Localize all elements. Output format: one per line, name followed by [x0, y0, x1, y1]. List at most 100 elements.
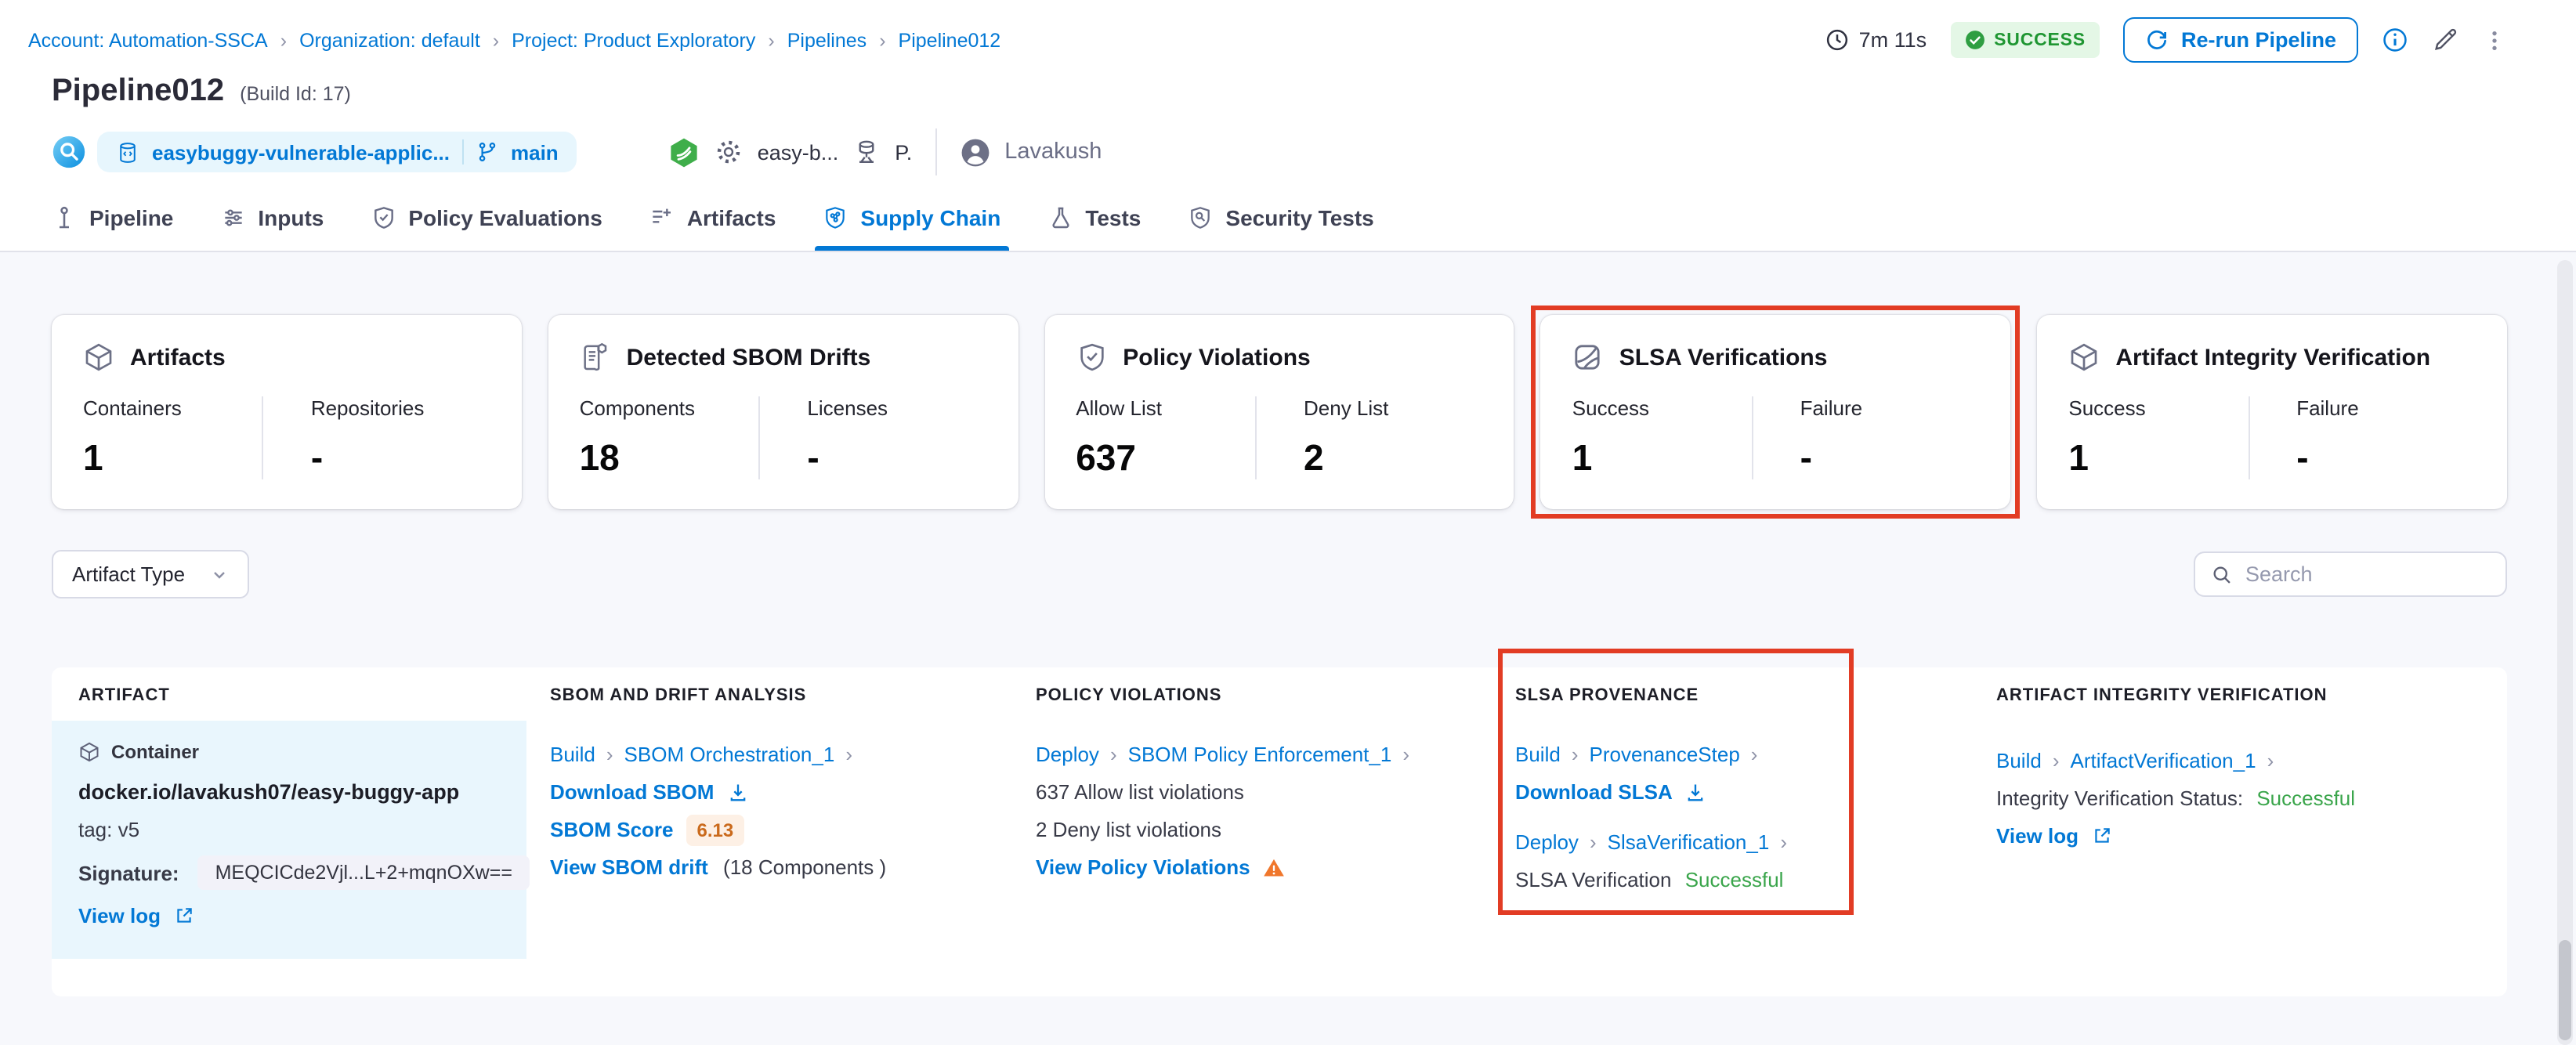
- tab-artifacts[interactable]: Artifacts: [649, 205, 776, 251]
- slsa-deploy-stage-link[interactable]: Deploy: [1515, 830, 1579, 854]
- scrollbar-thumb[interactable]: [2559, 940, 2571, 1040]
- card-title: SLSA Verifications: [1619, 344, 1828, 371]
- tab-pipeline[interactable]: Pipeline: [52, 205, 173, 251]
- rerun-pipeline-button[interactable]: Re-run Pipeline: [2122, 17, 2358, 63]
- metric-value: 637: [1076, 437, 1136, 478]
- execution-tabs: Pipeline Inputs Policy Evaluations Artif…: [52, 205, 1374, 251]
- policy-step-link[interactable]: SBOM Policy Enforcement_1: [1128, 743, 1392, 766]
- metric-label: Deny List: [1304, 396, 1389, 420]
- card-title: Artifact Integrity Verification: [2115, 344, 2431, 371]
- column-header-artifact: ARTIFACT: [78, 686, 170, 705]
- signature-label: Signature:: [78, 861, 179, 884]
- tab-security-tests[interactable]: Security Tests: [1188, 205, 1374, 251]
- check-circle-icon: [1965, 31, 1984, 49]
- tab-supply-chain[interactable]: Supply Chain: [815, 205, 1010, 251]
- metric-value: 1: [83, 437, 103, 478]
- breadcrumb-pipelines[interactable]: Pipelines: [787, 29, 867, 51]
- metric-label: Success: [2068, 396, 2146, 420]
- sbom-stage-link[interactable]: Build: [550, 743, 595, 766]
- cube-icon: [80, 742, 99, 762]
- tab-tests[interactable]: Tests: [1047, 205, 1141, 251]
- integrity-status: Successful: [2256, 786, 2356, 810]
- breadcrumb-organization[interactable]: Organization: default: [299, 29, 480, 51]
- download-icon: [1688, 783, 1704, 801]
- meta-divider: [935, 128, 938, 175]
- page-title: Pipeline012: [52, 74, 225, 108]
- sbom-step-link[interactable]: SBOM Orchestration_1: [624, 743, 835, 766]
- deny-list-violations: 2 Deny list violations: [1036, 818, 1221, 841]
- metric-label: Licenses: [807, 396, 888, 420]
- vertical-scrollbar[interactable]: [2557, 260, 2573, 1045]
- service-name: easy-b...: [757, 140, 839, 164]
- breadcrumb-project[interactable]: Project: Product Exploratory: [512, 29, 755, 51]
- signature-value: MEQCICde2Vjl...L+2+mqnOXw==: [197, 855, 530, 890]
- tab-inputs[interactable]: Inputs: [220, 205, 324, 251]
- search-input[interactable]: [2245, 562, 2490, 586]
- metric-value: -: [2296, 437, 2309, 478]
- card-policy-violations: Policy Violations Allow List 637 Deny Lis…: [1044, 315, 1514, 509]
- tab-policy-evaluations[interactable]: Policy Evaluations: [371, 205, 602, 251]
- slsa-verification-status: Successful: [1684, 868, 1784, 891]
- slsa-verification-step-link[interactable]: SlsaVerification_1: [1608, 830, 1770, 854]
- allow-list-violations: 637 Allow list violations: [1036, 780, 1244, 804]
- card-sbom-drifts: Detected SBOM Drifts Components 18 Licens…: [548, 315, 1018, 509]
- view-policy-violations-link[interactable]: View Policy Violations: [1036, 855, 1285, 879]
- download-sbom-link[interactable]: Download SBOM: [550, 780, 748, 804]
- breadcrumb-pipeline012[interactable]: Pipeline012: [899, 29, 1001, 51]
- user-name: Lavakush: [1004, 139, 1102, 165]
- branch-name: main: [511, 140, 559, 164]
- slsa-build-stage-link[interactable]: Build: [1515, 743, 1561, 766]
- policy-cell: Deploy › SBOM Policy Enforcement_1 › 637…: [1012, 721, 1492, 959]
- search-box: [2194, 551, 2507, 597]
- kebab-menu-icon: [2492, 31, 2497, 49]
- sbom-cell: Build › SBOM Orchestration_1 › Download …: [550, 743, 887, 879]
- supply-chain-content: Artifacts Containers 1 Repositories - Dete…: [0, 306, 2576, 1045]
- download-slsa-link[interactable]: Download SLSA: [1515, 780, 1707, 804]
- view-sbom-drift-link[interactable]: View SBOM drift: [550, 855, 708, 879]
- download-icon: [730, 783, 745, 801]
- sbom-score-link[interactable]: SBOM Score: [550, 818, 674, 841]
- environment-name: P.: [895, 140, 913, 164]
- refresh-icon: [2147, 30, 2166, 49]
- policy-stage-link[interactable]: Deploy: [1036, 743, 1099, 766]
- status-badge: SUCCESS: [1950, 22, 2100, 58]
- stage-status-icon: [671, 137, 698, 167]
- column-header-integrity: ARTIFACT INTEGRITY VERIFICATION: [1996, 686, 2328, 705]
- pipeline-icon: [60, 206, 69, 229]
- view-log-link[interactable]: View log: [1996, 824, 2111, 848]
- artifact-tag: tag: v5: [78, 818, 140, 841]
- execution-info-button[interactable]: [2382, 27, 2408, 53]
- column-header-policy: POLICY VIOLATIONS: [1036, 686, 1222, 705]
- metric-value: 1: [1572, 437, 1593, 478]
- pill-divider: [462, 139, 464, 165]
- metric-label: Failure: [2296, 396, 2359, 420]
- card-title: Detected SBOM Drifts: [626, 344, 871, 371]
- cube-icon: [2071, 343, 2097, 371]
- metric-value: -: [1800, 437, 1812, 478]
- slsa-cell: Build › ProvenanceStep › Download SLSA D…: [1515, 743, 1787, 891]
- provenance-step-link[interactable]: ProvenanceStep: [1590, 743, 1740, 766]
- more-options-button[interactable]: [2482, 27, 2507, 52]
- metric-value: 18: [579, 437, 620, 478]
- artifact-type-dropdown[interactable]: Artifact Type: [52, 550, 250, 598]
- sbom-score-badge: 6.13: [686, 815, 745, 846]
- breadcrumb-account[interactable]: Account: Automation-SSCA: [28, 29, 268, 51]
- inputs-icon: [224, 209, 242, 226]
- card-title: Artifacts: [130, 344, 226, 371]
- execution-trigger-icon: [52, 136, 85, 168]
- column-header-slsa: SLSA PROVENANCE: [1515, 686, 1699, 705]
- service-environment-meta: easy-b... P.: [668, 136, 913, 168]
- pipeline-execution-page: Account: Automation-SSCA › Organization:…: [0, 0, 2576, 1045]
- edit-pipeline-button[interactable]: [2432, 27, 2458, 53]
- external-link-icon: [176, 908, 191, 923]
- breadcrumb-separator: ›: [879, 29, 886, 51]
- integrity-stage-link[interactable]: Build: [1996, 749, 2042, 772]
- slsa-verification-label: SLSA Verification: [1515, 868, 1672, 891]
- summary-cards: Artifacts Containers 1 Repositories - Dete…: [52, 306, 2507, 519]
- repo-branch-pill[interactable]: easybuggy-vulnerable-applic... main: [97, 132, 577, 172]
- metric-label: Failure: [1800, 396, 1863, 420]
- artifact-list-icon: [653, 208, 671, 223]
- info-icon: [2383, 28, 2407, 52]
- view-log-link[interactable]: View log: [78, 904, 194, 927]
- artifact-verification-step-link[interactable]: ArtifactVerification_1: [2071, 749, 2256, 772]
